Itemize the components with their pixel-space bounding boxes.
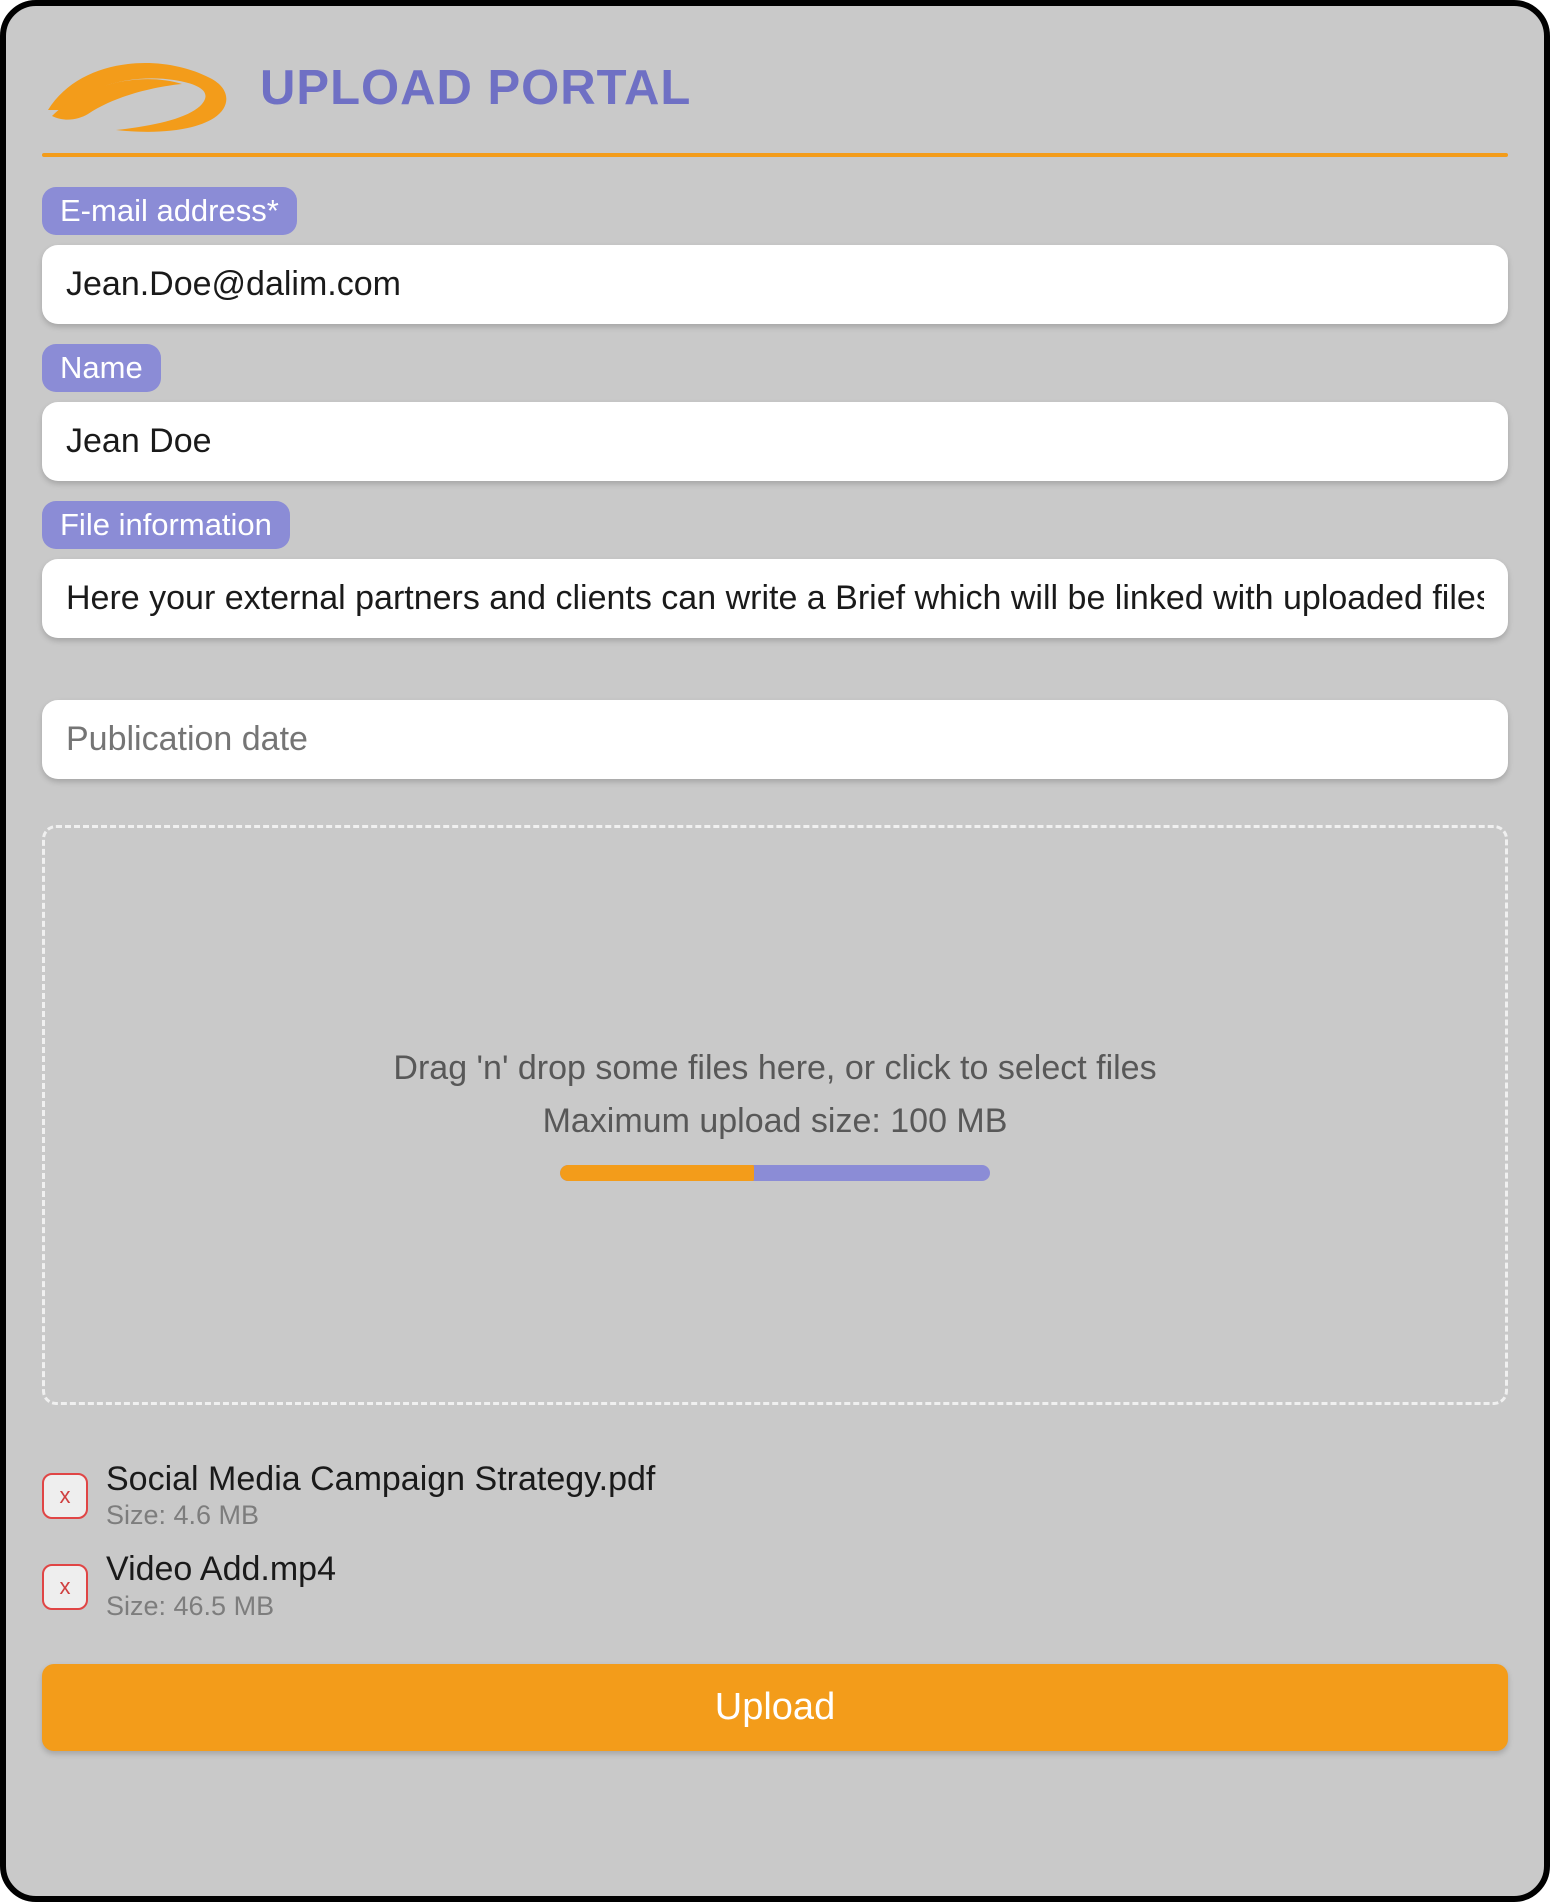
remove-file-button[interactable]: x xyxy=(42,1473,88,1519)
brand-logo-icon xyxy=(42,40,232,135)
file-meta: Social Media Campaign Strategy.pdf Size:… xyxy=(106,1461,655,1531)
dropzone-instruction: Drag 'n' drop some files here, or click … xyxy=(393,1049,1156,1088)
file-info-field[interactable] xyxy=(42,559,1508,638)
remove-file-button[interactable]: x xyxy=(42,1564,88,1610)
upload-progress-bar xyxy=(560,1165,990,1181)
email-field[interactable] xyxy=(42,245,1508,324)
upload-progress-fill xyxy=(560,1165,754,1181)
upload-portal-window: UPLOAD PORTAL E-mail address* Name File … xyxy=(0,0,1550,1902)
header: UPLOAD PORTAL xyxy=(42,34,1508,153)
dropzone-max-size: Maximum upload size: 100 MB xyxy=(543,1102,1008,1141)
file-row: x Video Add.mp4 Size: 46.5 MB xyxy=(42,1551,1508,1621)
upload-button[interactable]: Upload xyxy=(42,1664,1508,1751)
file-size: Size: 4.6 MB xyxy=(106,1500,655,1531)
header-divider xyxy=(42,153,1508,157)
upload-form: E-mail address* Name File information Dr… xyxy=(42,187,1508,1751)
file-size: Size: 46.5 MB xyxy=(106,1591,336,1622)
file-name: Social Media Campaign Strategy.pdf xyxy=(106,1461,655,1498)
spacer xyxy=(42,658,1508,700)
file-name: Video Add.mp4 xyxy=(106,1551,336,1588)
page-title: UPLOAD PORTAL xyxy=(260,60,691,116)
uploaded-files-list: x Social Media Campaign Strategy.pdf Siz… xyxy=(42,1461,1508,1622)
file-dropzone[interactable]: Drag 'n' drop some files here, or click … xyxy=(42,825,1508,1405)
publication-date-field[interactable] xyxy=(42,700,1508,779)
email-label: E-mail address* xyxy=(42,187,297,235)
file-row: x Social Media Campaign Strategy.pdf Siz… xyxy=(42,1461,1508,1531)
file-info-label: File information xyxy=(42,501,290,549)
name-field[interactable] xyxy=(42,402,1508,481)
name-label: Name xyxy=(42,344,161,392)
file-meta: Video Add.mp4 Size: 46.5 MB xyxy=(106,1551,336,1621)
